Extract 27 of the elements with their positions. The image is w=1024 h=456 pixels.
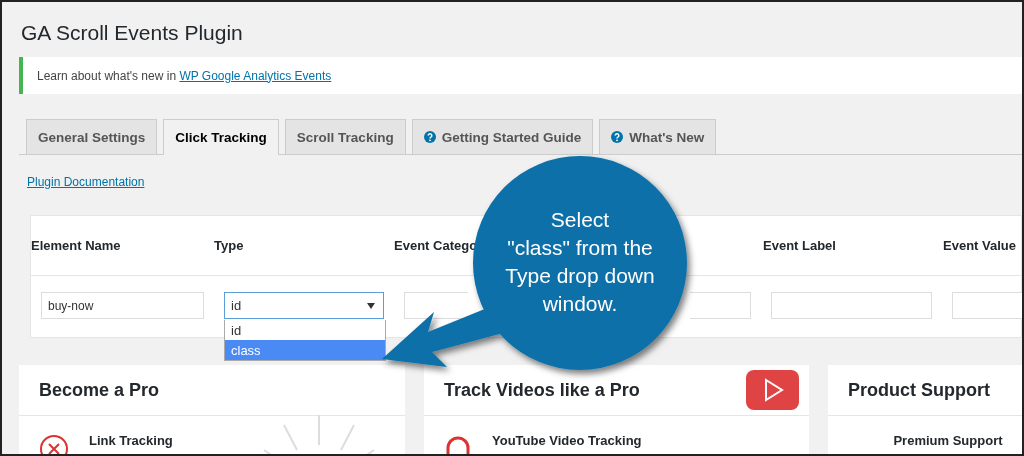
tab[interactable]: Click Tracking: [163, 119, 279, 155]
tab[interactable]: Getting Started Guide: [411, 119, 594, 154]
column-header: Element Name: [31, 238, 121, 253]
tab[interactable]: General Settings: [26, 119, 158, 154]
callout-text: Select "class" from the Type drop down window.: [504, 207, 656, 317]
card-title: Track Videos like a Pro: [444, 379, 640, 401]
element-name-field[interactable]: buy-now: [41, 292, 204, 319]
tab[interactable]: Scroll Tracking: [284, 119, 406, 154]
notice-link[interactable]: WP Google Analytics Events: [179, 68, 332, 83]
page-title: GA Scroll Events Plugin: [21, 21, 244, 46]
tab[interactable]: What's New: [599, 119, 717, 154]
label-field[interactable]: [771, 292, 932, 319]
column-header: Event Label: [763, 238, 836, 253]
action-field[interactable]: [690, 292, 751, 319]
feature-title: YouTube Video Tracking: [492, 434, 642, 448]
feature-title: Link Tracking: [89, 434, 173, 448]
card-title: Become a Pro: [39, 379, 160, 401]
notice-text: Learn about what's new in WP Google Analytics Events: [37, 68, 332, 83]
column-header: Type: [214, 238, 244, 253]
caret-icon: [367, 303, 375, 309]
dropdown-option[interactable]: class: [225, 340, 385, 360]
play-button-icon: [746, 370, 799, 410]
documentation-link[interactable]: Plugin Documentation: [27, 175, 145, 189]
feature-title: Premium Support: [893, 434, 1003, 448]
category-field[interactable]: [404, 292, 468, 319]
card-title: Product Support: [848, 379, 990, 401]
column-header: Event Value: [943, 238, 1016, 253]
